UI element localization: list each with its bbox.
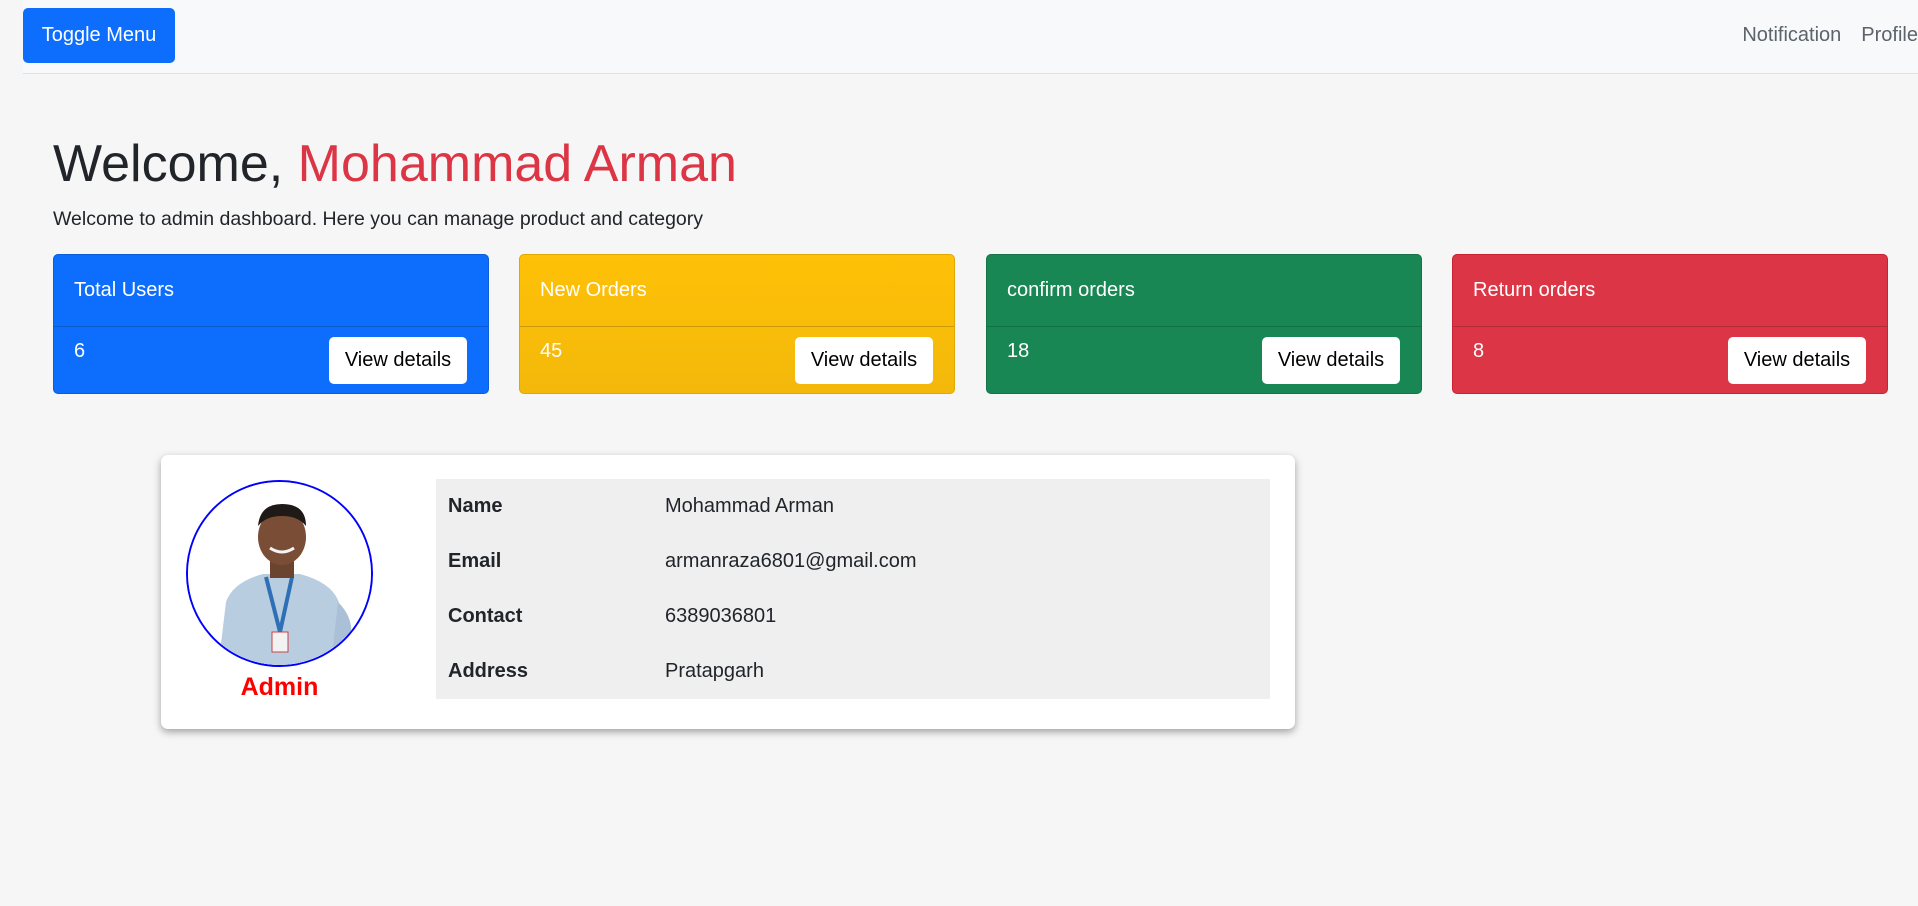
table-row: Email armanraza6801@gmail.com [436,534,1270,589]
card-total-users: Total Users 6 View details [53,254,489,394]
welcome-subtitle: Welcome to admin dashboard. Here you can… [53,208,704,230]
profile-info-table: Name Mohammad Arman Email armanraza6801@… [436,479,1270,699]
field-label: Contact [448,605,523,627]
view-details-button[interactable]: View details [795,337,933,384]
welcome-user-name: Mohammad Arman [297,135,737,193]
table-row: Name Mohammad Arman [436,479,1270,534]
field-label: Email [448,550,502,572]
notification-link[interactable]: Notification [1742,24,1841,47]
card-body: 6 View details [54,327,488,393]
card-value: 18 [1007,340,1030,362]
card-title: New Orders [520,255,954,327]
field-label: Name [448,495,503,517]
welcome-heading: Welcome, Mohammad Arman [53,134,737,194]
field-value: Pratapgarh [665,660,764,682]
field-value: 6389036801 [665,605,777,627]
view-details-button[interactable]: View details [1262,337,1400,384]
card-new-orders: New Orders 45 View details [519,254,955,394]
card-value: 8 [1473,340,1485,362]
view-details-button[interactable]: View details [1728,337,1866,384]
card-confirm-orders: confirm orders 18 View details [986,254,1422,394]
avatar [186,480,373,667]
card-return-orders: Return orders 8 View details [1452,254,1888,394]
field-value: Mohammad Arman [665,495,834,517]
view-details-button[interactable]: View details [329,337,467,384]
profile-card: Admin Name Mohammad Arman Email armanraz… [161,455,1295,729]
card-body: 8 View details [1453,327,1887,393]
card-body: 45 View details [520,327,954,393]
navbar-links: Notification Profile [1742,24,1918,47]
table-row: Contact 6389036801 [436,589,1270,644]
top-navbar: Toggle Menu Notification Profile [23,0,1918,74]
welcome-prefix: Welcome, [53,135,298,193]
card-body: 18 View details [987,327,1421,393]
card-title: confirm orders [987,255,1421,327]
field-label: Address [448,660,529,682]
card-title: Total Users [54,255,488,327]
card-value: 6 [74,340,86,362]
card-value: 45 [540,340,563,362]
card-title: Return orders [1453,255,1887,327]
profile-link[interactable]: Profile [1861,24,1918,47]
role-label: Admin [240,673,319,701]
avatar-photo [188,482,371,665]
field-value: armanraza6801@gmail.com [665,550,917,572]
table-row: Address Pratapgarh [436,644,1270,699]
stat-cards: Total Users 6 View details New Orders 45… [53,254,1889,394]
toggle-menu-button[interactable]: Toggle Menu [23,8,175,63]
